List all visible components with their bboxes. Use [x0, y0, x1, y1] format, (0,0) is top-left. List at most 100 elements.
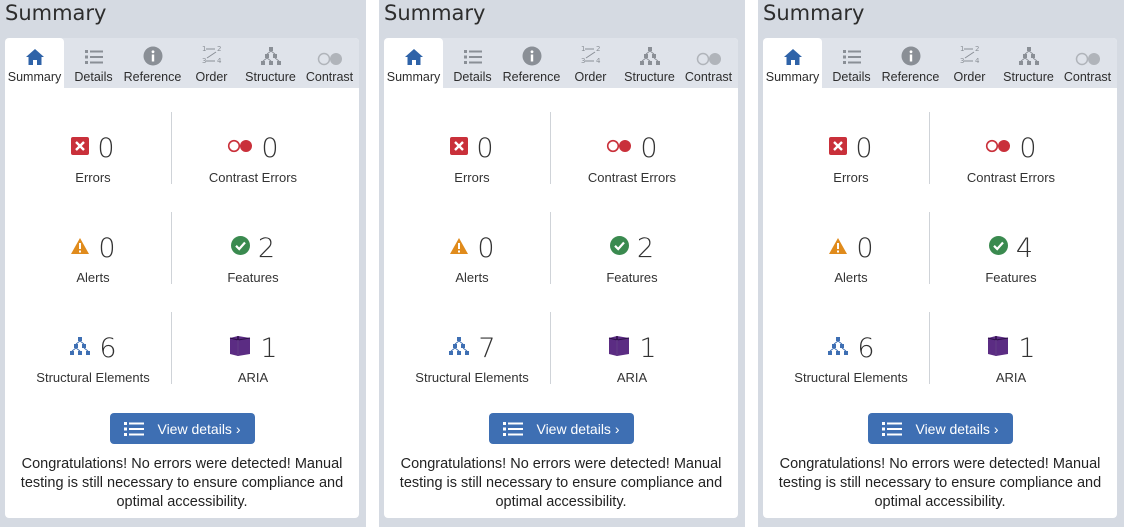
structural-elements-stat[interactable]: 6 Structural Elements [13, 328, 173, 398]
home-icon [778, 38, 808, 66]
summary-message: Congratulations! No errors were detected… [20, 456, 344, 510]
aria-label: ARIA [995, 370, 1027, 385]
tab-reference[interactable]: Reference [502, 38, 561, 88]
structural-elements-stat[interactable]: 7 Structural Elements [392, 328, 552, 398]
aria-count: 1 [1018, 332, 1036, 364]
features-stat[interactable]: 4 Features [931, 228, 1091, 298]
tab-contrast[interactable]: Contrast [300, 38, 359, 88]
tab-label: Details [74, 70, 113, 84]
tab-contrast[interactable]: Contrast [1058, 38, 1117, 88]
alert-icon [70, 237, 90, 260]
contrast-icon [315, 38, 345, 66]
tab-label: Order [195, 70, 228, 84]
tab-bar: Summary Details Reference 1234 Order Str… [763, 38, 1117, 88]
contrast-errors-count: 0 [261, 132, 279, 164]
view-details-button[interactable]: View details › [489, 413, 634, 444]
alerts-stat[interactable]: 0 Alerts [13, 228, 173, 298]
tab-order[interactable]: 1 2 3 4 Order [940, 38, 999, 88]
structure-icon [635, 38, 665, 66]
alerts-stat[interactable]: 0 Alerts [771, 228, 931, 298]
info-icon [896, 38, 926, 66]
tab-label: Details [453, 70, 492, 84]
features-count: 2 [636, 232, 655, 264]
structural-label: Structural Elements [415, 370, 529, 385]
alerts-count: 0 [856, 232, 874, 264]
stats-grid: 0 Errors 0 Contrast Errors 0 [763, 108, 1117, 408]
view-details-button[interactable]: View details › [868, 413, 1013, 444]
tab-reference[interactable]: Reference [881, 38, 940, 88]
structural-label: Structural Elements [794, 370, 908, 385]
tab-summary[interactable]: Summary [5, 38, 64, 88]
alerts-count: 0 [98, 232, 116, 264]
aria-label: ARIA [616, 370, 648, 385]
tab-order[interactable]: 1 2 3 4 Order [182, 38, 241, 88]
tab-label: Contrast [305, 70, 354, 84]
features-stat[interactable]: 2 Features [552, 228, 712, 298]
alerts-stat[interactable]: 0 Alerts [392, 228, 552, 298]
list-icon [882, 421, 903, 436]
errors-label: Errors [75, 170, 111, 185]
tab-details[interactable]: Details [443, 38, 502, 88]
tab-structure[interactable]: Structure [620, 38, 679, 88]
errors-label: Errors [454, 170, 490, 185]
structural-count: 6 [99, 332, 117, 364]
svg-text:3: 3 [581, 57, 585, 65]
panel-title: Summary [384, 1, 486, 25]
aria-cube-icon [607, 334, 631, 363]
aria-count: 1 [639, 332, 657, 364]
structural-elements-stat[interactable]: 6 Structural Elements [771, 328, 931, 398]
list-icon [837, 38, 867, 66]
svg-text:2: 2 [217, 45, 221, 53]
structure-icon [1014, 38, 1044, 66]
stats-grid: 0 Errors 0 Contrast Errors 0 [5, 108, 359, 408]
tab-structure[interactable]: Structure [999, 38, 1058, 88]
tab-order[interactable]: 1 2 3 4 Order [561, 38, 620, 88]
check-circle-icon [988, 236, 1008, 260]
contrast-errors-count: 0 [1019, 132, 1037, 164]
tab-reference[interactable]: Reference [123, 38, 182, 88]
tab-label: Summary [386, 70, 441, 84]
view-details-button[interactable]: View details › [110, 413, 255, 444]
list-icon [124, 421, 145, 436]
features-label: Features [985, 270, 1037, 285]
errors-stat[interactable]: 0 Errors [13, 128, 173, 198]
structural-count: 7 [478, 332, 496, 364]
errors-stat[interactable]: 0 Errors [392, 128, 552, 198]
contrast-errors-label: Contrast Errors [208, 170, 298, 185]
order-icon: 1 2 3 4 [197, 38, 227, 66]
tab-summary[interactable]: Summary [384, 38, 443, 88]
tab-details[interactable]: Details [822, 38, 881, 88]
order-icon: 1 2 3 4 [576, 38, 606, 66]
list-icon [79, 38, 109, 66]
tab-structure[interactable]: Structure [241, 38, 300, 88]
features-stat[interactable]: 2 Features [173, 228, 333, 298]
errors-stat[interactable]: 0 Errors [771, 128, 931, 198]
svg-text:4: 4 [975, 57, 980, 65]
svg-text:1: 1 [202, 45, 206, 53]
error-icon [71, 136, 90, 160]
summary-card: Summary Details Reference 1234 Order Str… [763, 38, 1117, 518]
contrast-error-icon [985, 139, 1011, 158]
tab-label: Order [574, 70, 607, 84]
svg-text:3: 3 [960, 57, 964, 65]
contrast-errors-stat[interactable]: 0 Contrast Errors [931, 128, 1091, 198]
aria-stat[interactable]: 1 ARIA [931, 328, 1091, 398]
tab-details[interactable]: Details [64, 38, 123, 88]
contrast-errors-stat[interactable]: 0 Contrast Errors [173, 128, 333, 198]
aria-cube-icon [228, 334, 252, 363]
tab-label: Summary [7, 70, 62, 84]
features-label: Features [606, 270, 658, 285]
tab-label: Reference [502, 70, 561, 84]
contrast-errors-stat[interactable]: 0 Contrast Errors [552, 128, 712, 198]
error-icon [829, 136, 848, 160]
aria-count: 1 [260, 332, 278, 364]
check-circle-icon [230, 236, 250, 260]
aria-stat[interactable]: 1 ARIA [552, 328, 712, 398]
tab-bar: Summary Details Reference 1234 Order Str… [5, 38, 359, 88]
tab-label: Summary [765, 70, 820, 84]
stats-grid: 0 Errors 0 Contrast Errors 0 [384, 108, 738, 408]
aria-stat[interactable]: 1 ARIA [173, 328, 333, 398]
tab-contrast[interactable]: Contrast [679, 38, 738, 88]
tab-summary[interactable]: Summary [763, 38, 822, 88]
tab-label: Order [953, 70, 986, 84]
